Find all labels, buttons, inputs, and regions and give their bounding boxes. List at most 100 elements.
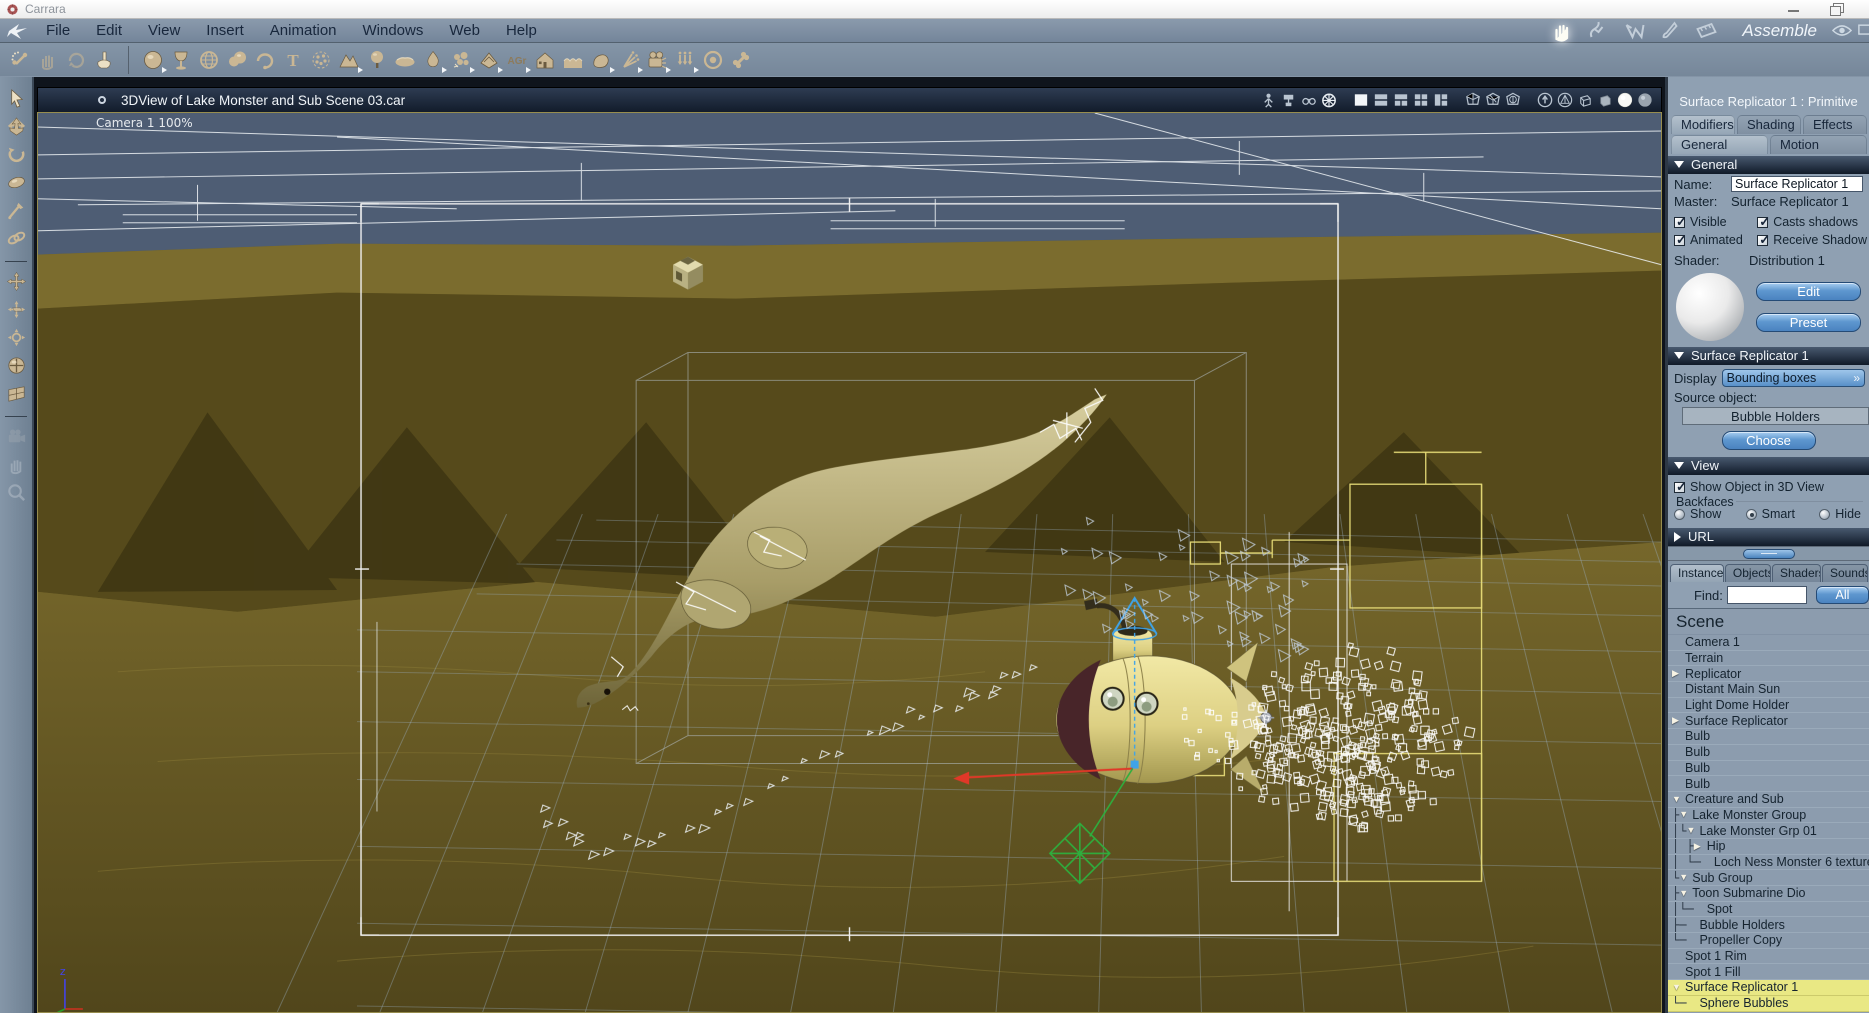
choose-button[interactable]: Choose: [1721, 431, 1816, 450]
tree-row-distant-main-sun[interactable]: Distant Main Sun: [1668, 682, 1869, 698]
terrain-icon[interactable]: [335, 46, 363, 74]
flat-shading-icon[interactable]: [1595, 91, 1615, 109]
tree-row-loch-ness-monster-6-texture[interactable]: │ └─ Loch Ness Monster 6 texture: [1668, 855, 1869, 871]
model-room-icon[interactable]: [1585, 20, 1611, 42]
layout-single-pane-icon[interactable]: [1351, 91, 1371, 109]
viewport-menu-dot-icon[interactable]: [98, 96, 106, 104]
menu-insert[interactable]: Insert: [193, 22, 257, 39]
axis-sphere-view-icon[interactable]: [1503, 91, 1523, 109]
light-object-icon[interactable]: [671, 46, 699, 74]
translate-plane-tool-icon[interactable]: [4, 297, 29, 322]
fire-icon[interactable]: [419, 46, 447, 74]
expand-triangle-icon[interactable]: ▶: [1672, 716, 1685, 725]
splitter-handle[interactable]: [1742, 548, 1795, 559]
plant-tree-icon[interactable]: [363, 46, 391, 74]
backfaces-smart-radio[interactable]: [1745, 508, 1757, 520]
show-object-checkbox[interactable]: [1674, 479, 1687, 495]
expand-triangle-icon[interactable]: ▶: [1672, 669, 1685, 678]
tree-row-lake-monster-grp-01[interactable]: │└ ▼ Lake Monster Grp 01: [1668, 823, 1869, 839]
tree-row-bulb[interactable]: Bulb: [1668, 776, 1869, 792]
eyedropper-tool-icon[interactable]: [4, 198, 29, 223]
fountain-spray-icon[interactable]: [615, 46, 643, 74]
bone-object-icon[interactable]: [727, 46, 755, 74]
edit-button[interactable]: Edit: [1756, 282, 1861, 301]
sphere-primitive-icon[interactable]: [139, 46, 167, 74]
collapse-triangle-icon[interactable]: ▼: [1679, 810, 1692, 819]
assemble-room-hand-icon[interactable]: [1549, 20, 1575, 42]
rotate-tool-icon[interactable]: [4, 142, 29, 167]
architecture-house-icon[interactable]: [531, 46, 559, 74]
select-arrow-tool-icon[interactable]: [4, 86, 29, 111]
cloud-slab-icon[interactable]: [391, 46, 419, 74]
particle-cluster-icon[interactable]: [447, 46, 475, 74]
particle-sphere-icon[interactable]: [307, 46, 335, 74]
scale-disc-tool-icon[interactable]: [4, 170, 29, 195]
tree-row-propeller-copy[interactable]: └─ Propeller Copy: [1668, 933, 1869, 949]
tree-row-bulb[interactable]: Bulb: [1668, 761, 1869, 777]
visible-checkbox[interactable]: [1674, 214, 1687, 230]
monitor-icon[interactable]: [1855, 22, 1869, 40]
menu-edit[interactable]: Edit: [83, 22, 135, 39]
menu-file[interactable]: File: [33, 22, 83, 39]
viewport-header[interactable]: 3DView of Lake Monster and Sub Scene 03.…: [37, 87, 1662, 112]
camera-up-icon[interactable]: [1535, 91, 1555, 109]
display-dropdown[interactable]: Bounding boxes »: [1721, 369, 1865, 387]
axis-box-view2-icon[interactable]: [1483, 91, 1503, 109]
tree-row-surface-replicator-1[interactable]: ▼ Surface Replicator 1: [1668, 980, 1869, 996]
tab-motion[interactable]: Motion: [1770, 135, 1867, 154]
spline-loop-icon[interactable]: [251, 46, 279, 74]
minimize-button[interactable]: [1787, 3, 1800, 15]
collapse-triangle-icon[interactable]: ▼: [1672, 794, 1685, 804]
browser-tab-sounds[interactable]: Sounds: [1821, 564, 1868, 582]
move-pointer-tool-icon[interactable]: [4, 114, 29, 139]
bone-chain-tool-icon[interactable]: [6, 46, 34, 74]
sequencer-room-icon[interactable]: [1693, 20, 1719, 42]
layout-quad-small-icon[interactable]: [1411, 91, 1431, 109]
menu-windows[interactable]: Windows: [350, 22, 437, 39]
collapse-triangle-icon[interactable]: ▼: [1679, 873, 1692, 882]
browser-tab-instances[interactable]: Instances: [1670, 564, 1724, 582]
tab-shading[interactable]: Shading: [1737, 115, 1801, 134]
preset-button[interactable]: Preset: [1756, 313, 1861, 332]
terrain-patch-icon[interactable]: [475, 46, 503, 74]
texture-room-icon[interactable]: [1621, 20, 1647, 42]
tree-row-camera-1[interactable]: Camera 1: [1668, 635, 1869, 651]
wireframe-display-icon[interactable]: [1575, 91, 1595, 109]
browser-tab-shaders[interactable]: Shaders: [1771, 564, 1821, 582]
metaball-icon[interactable]: [223, 46, 251, 74]
animated-checkbox[interactable]: [1674, 232, 1687, 248]
name-input[interactable]: [1731, 176, 1863, 192]
smooth-shading-icon[interactable]: [1615, 91, 1635, 109]
camera-pan-tool-icon[interactable]: [4, 424, 29, 449]
panel-splitter[interactable]: [1668, 546, 1869, 561]
tab-effects[interactable]: Effects: [1803, 115, 1867, 134]
tree-row-bulb[interactable]: Bulb: [1668, 729, 1869, 745]
section-surface-replicator[interactable]: Surface Replicator 1: [1668, 347, 1869, 365]
tree-row-spot-1-rim[interactable]: Spot 1 Rim: [1668, 949, 1869, 965]
wire-sphere-display-icon[interactable]: [1555, 91, 1575, 109]
tree-row-hip[interactable]: │ ├ ▶ Hip: [1668, 839, 1869, 855]
hand-tool-icon[interactable]: [34, 46, 62, 74]
rotate-gizmo-tool-icon[interactable]: [4, 325, 29, 350]
eye-icon[interactable]: [1831, 22, 1853, 40]
tree-row-sub-group[interactable]: └ ▼ Sub Group: [1668, 870, 1869, 886]
tree-row-sphere-bubbles[interactable]: └─ Sphere Bubbles: [1668, 995, 1869, 1012]
binoculars-icon[interactable]: [1299, 91, 1319, 109]
working-plane-tool-icon[interactable]: [4, 381, 29, 406]
tree-row-toon-submarine-dio[interactable]: ├ ▼ Toon Submarine Dio: [1668, 886, 1869, 902]
tree-row-light-dome-holder[interactable]: Light Dome Holder: [1668, 698, 1869, 714]
render-area-icon[interactable]: [1279, 91, 1299, 109]
tab-general[interactable]: General: [1671, 135, 1768, 154]
vase-lathe-icon[interactable]: [167, 46, 195, 74]
section-view[interactable]: View: [1668, 457, 1869, 475]
section-general[interactable]: General: [1668, 156, 1869, 174]
tree-row-replicator[interactable]: ▶ Replicator: [1668, 666, 1869, 683]
all-filter-button[interactable]: All: [1815, 586, 1869, 604]
tree-row-bulb[interactable]: Bulb: [1668, 745, 1869, 761]
tree-row-spot-1-fill[interactable]: Spot 1 Fill: [1668, 964, 1869, 981]
3d-scene[interactable]: z x: [38, 113, 1661, 1012]
backfaces-show-radio[interactable]: [1674, 508, 1685, 520]
textured-shading-icon[interactable]: [1635, 91, 1655, 109]
casts-shadows-checkbox[interactable]: [1757, 214, 1770, 230]
ocean-icon[interactable]: [559, 46, 587, 74]
